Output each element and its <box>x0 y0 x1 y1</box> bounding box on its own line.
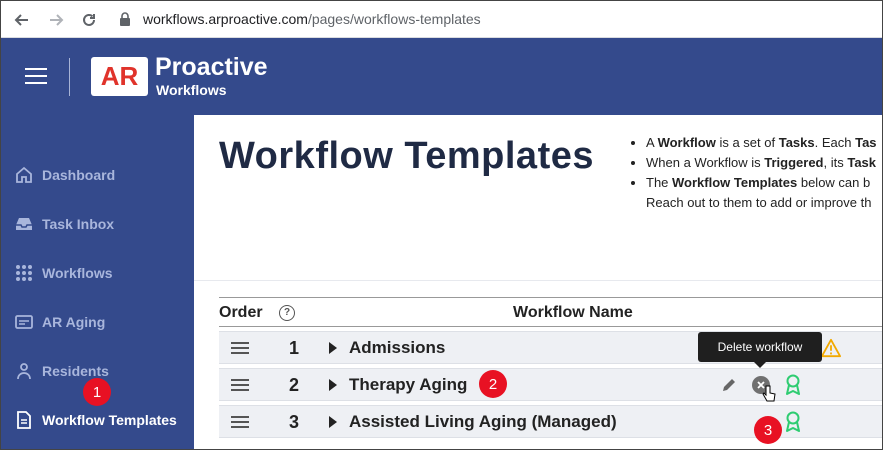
reload-icon[interactable] <box>78 9 100 31</box>
grid-icon <box>15 264 33 282</box>
back-arrow-icon[interactable] <box>11 9 33 31</box>
workflow-table: Order ? Workflow Name 1 Admissions 2 The… <box>219 297 882 438</box>
browser-toolbar: workflows.arproactive.com/pages/workflow… <box>1 1 882 38</box>
url-host: workflows.arproactive.com <box>143 11 308 27</box>
column-header-workflow-name[interactable]: Workflow Name <box>513 304 633 322</box>
main-content: Workflow Templates A Workflow is a set o… <box>194 115 882 449</box>
document-icon <box>15 411 33 429</box>
table-header: Order ? Workflow Name <box>219 297 882 327</box>
sidebar-item-workflows[interactable]: Workflows <box>1 253 194 293</box>
forward-arrow-icon[interactable] <box>45 9 67 31</box>
workflow-name[interactable]: Therapy Aging <box>349 375 467 395</box>
drag-handle-icon[interactable] <box>231 379 249 394</box>
badge-icon[interactable] <box>783 411 803 432</box>
sidebar-item-label: Residents <box>42 363 109 379</box>
url-path: /pages/workflows-templates <box>307 11 481 27</box>
callout-badge: 3 <box>754 416 782 444</box>
table-row[interactable]: 2 Therapy Aging <box>219 368 882 404</box>
sidebar-item-workflow-templates[interactable]: Workflow Templates <box>1 400 194 440</box>
table-row[interactable]: 3 Assisted Living Aging (Managed) <box>219 405 882 438</box>
edit-pencil-icon[interactable] <box>719 375 739 395</box>
sidebar-item-label: Task Inbox <box>42 216 115 232</box>
tooltip-delete-workflow: Delete workflow <box>698 332 822 368</box>
sidebar-item-label: Workflows <box>42 265 113 281</box>
warning-icon[interactable] <box>821 338 841 358</box>
sidebar-item-label: AR Aging <box>42 314 106 330</box>
info-list: A Workflow is a set of Tasks. Each Tas W… <box>626 133 882 213</box>
expand-caret-icon[interactable] <box>329 342 337 354</box>
header-divider <box>69 58 70 96</box>
app-header: AR Proactive Workflows <box>1 38 882 115</box>
expand-caret-icon[interactable] <box>329 379 337 391</box>
expand-caret-icon[interactable] <box>329 416 337 428</box>
logo-mark: AR <box>91 57 148 96</box>
callout-badge: 1 <box>83 378 111 406</box>
cursor-hand-icon <box>759 384 779 404</box>
address-bar[interactable]: workflows.arproactive.com/pages/workflow… <box>143 11 481 27</box>
row-order: 2 <box>289 375 300 395</box>
menu-icon[interactable] <box>25 68 47 84</box>
divider <box>194 280 882 281</box>
sidebar-item-label: Workflow Templates <box>42 412 177 428</box>
person-icon <box>15 362 33 380</box>
sidebar-item-ar-aging[interactable]: AR Aging <box>1 302 194 342</box>
workflow-name[interactable]: Admissions <box>349 338 445 358</box>
page-title: Workflow Templates <box>219 135 594 177</box>
info-item: When a Workflow is Triggered, its Task <box>646 153 882 173</box>
info-item: A Workflow is a set of Tasks. Each Tas <box>646 133 882 153</box>
lock-icon <box>119 12 131 31</box>
row-order: 1 <box>289 338 300 358</box>
callout-badge: 2 <box>479 370 507 398</box>
card-icon <box>15 313 33 331</box>
home-icon <box>15 166 33 184</box>
screenshot-frame: workflows.arproactive.com/pages/workflow… <box>0 0 883 450</box>
logo-subtitle: Workflows <box>156 82 227 98</box>
drag-handle-icon[interactable] <box>231 342 249 357</box>
row-order: 3 <box>289 412 300 432</box>
drag-handle-icon[interactable] <box>231 416 249 431</box>
logo-title: Proactive <box>155 53 268 81</box>
badge-icon[interactable] <box>783 374 803 395</box>
inbox-icon <box>15 215 33 233</box>
help-icon[interactable]: ? <box>279 305 295 321</box>
sidebar-item-task-inbox[interactable]: Task Inbox <box>1 204 194 244</box>
column-header-order[interactable]: Order <box>219 304 263 322</box>
workflow-name[interactable]: Assisted Living Aging (Managed) <box>349 412 617 432</box>
sidebar-item-label: Dashboard <box>42 167 116 183</box>
info-continuation: Reach out to them to add or improve th <box>646 195 872 210</box>
sidebar-item-dashboard[interactable]: Dashboard <box>1 155 194 195</box>
info-item: The Workflow Templates below can b <box>646 173 882 193</box>
